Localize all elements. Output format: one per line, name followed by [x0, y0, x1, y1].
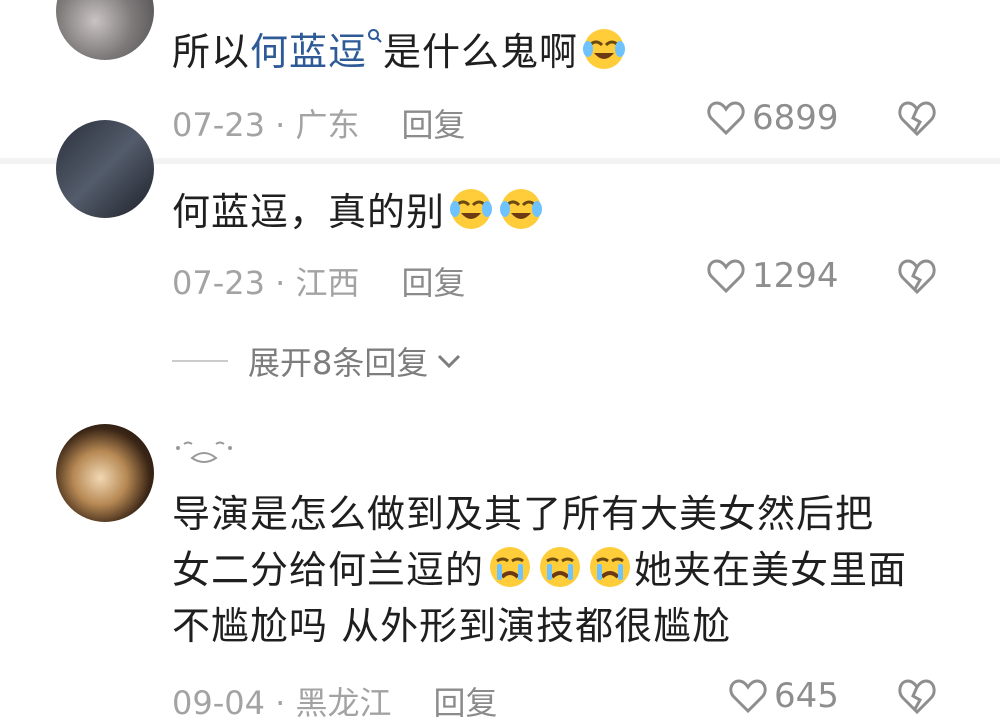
broken-heart-icon[interactable] — [896, 98, 938, 138]
heart-outline-icon — [707, 259, 745, 294]
crying-emoji — [490, 547, 531, 587]
crying-emoji — [540, 547, 581, 587]
avatar[interactable] — [56, 0, 154, 60]
chevron-down-icon — [438, 354, 461, 369]
comment-date-location: 07-23 · 广东 — [172, 106, 360, 144]
comment-line-1: 导演是怎么做到及其了所有大美女然后把 — [172, 492, 875, 536]
broken-heart-icon[interactable] — [896, 676, 938, 716]
like-count: 645 — [774, 676, 839, 716]
laugh-cry-emoji — [450, 189, 493, 229]
comment-text-suffix: 是什么鬼啊 — [383, 30, 579, 74]
crying-emoji — [590, 547, 631, 587]
heart-outline-icon — [729, 679, 767, 714]
comment-date-location: 09-04 · 黑龙江 — [172, 684, 392, 722]
comment-meta: 07-23 · 江西 回复 — [172, 258, 466, 304]
broken-heart-icon[interactable] — [896, 256, 938, 296]
comment-meta: 09-04 · 黑龙江 回复 — [172, 678, 498, 724]
like-count: 6899 — [752, 98, 839, 138]
comment-text: 何蓝逗，真的别 — [172, 184, 545, 240]
comment-line-2: 女二分给何兰逗的 她夹在美女里面 — [172, 542, 907, 598]
avatar[interactable] — [56, 424, 154, 522]
reply-button[interactable]: 回复 — [402, 264, 466, 302]
like-count: 1294 — [752, 256, 839, 296]
expand-replies-button[interactable]: 展开8条回复 — [172, 338, 462, 384]
like-button[interactable]: 1294 — [706, 256, 839, 296]
nickname-kaomoji — [176, 441, 232, 463]
comment-date-location: 07-23 · 江西 — [172, 264, 360, 302]
comment-text: 所以何蓝逗 是什么鬼啊 — [172, 24, 628, 80]
comment-meta: 07-23 · 广东 回复 — [172, 100, 466, 146]
comment-text-prefix: 所以 — [172, 30, 251, 74]
comment-line-3: 不尴尬吗 从外形到演技都很尴尬 — [172, 604, 732, 648]
reply-button[interactable]: 回复 — [434, 684, 498, 722]
comment-text: 导演是怎么做到及其了所有大美女然后把 女二分给何兰逗的 她夹在美女里面 不尴尬吗 … — [172, 486, 907, 654]
like-button[interactable]: 645 — [728, 676, 839, 716]
comment-line-2b: 她夹在美女里面 — [634, 548, 908, 592]
search-link[interactable]: 何蓝逗 — [250, 30, 367, 74]
comment-text-body: 何蓝逗，真的别 — [172, 190, 446, 234]
like-button[interactable]: 6899 — [706, 98, 839, 138]
comment-line-2a: 女二分给何兰逗的 — [172, 548, 485, 592]
laugh-cry-emoji — [583, 29, 626, 69]
search-icon[interactable] — [367, 28, 383, 44]
expand-divider-line — [172, 360, 228, 362]
heart-outline-icon — [707, 101, 745, 136]
expand-replies-label: 展开8条回复 — [248, 344, 429, 382]
reply-button[interactable]: 回复 — [402, 106, 466, 144]
laugh-cry-emoji — [500, 189, 543, 229]
avatar[interactable] — [56, 120, 154, 218]
